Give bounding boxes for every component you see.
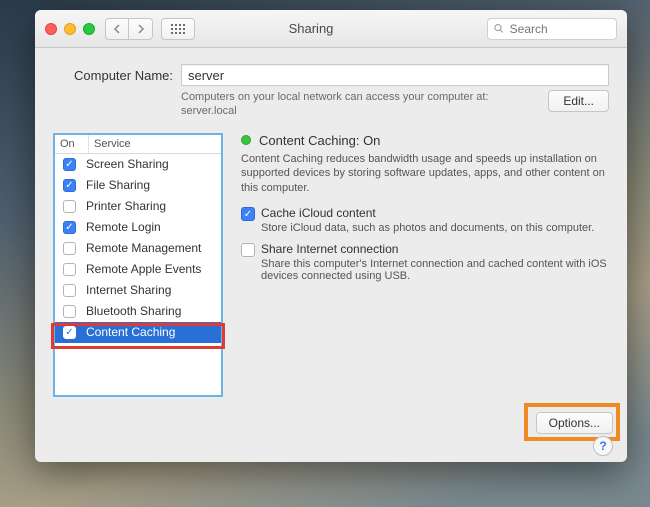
computer-name-input[interactable] <box>181 64 609 86</box>
service-row-file-sharing[interactable]: ✓ File Sharing <box>55 175 221 196</box>
service-label: Content Caching <box>86 325 175 339</box>
services-header: On Service <box>55 135 221 154</box>
cache-icloud-label: Cache iCloud content <box>261 206 376 220</box>
col-service: Service <box>89 135 221 153</box>
minimize-icon[interactable] <box>64 23 76 35</box>
back-button[interactable] <box>105 18 129 40</box>
service-label: Screen Sharing <box>86 157 169 171</box>
service-label: Bluetooth Sharing <box>86 304 181 318</box>
service-label: Remote Apple Events <box>86 262 201 276</box>
search-field[interactable] <box>487 18 617 40</box>
cache-icloud-option[interactable]: ✓ Cache iCloud content Store iCloud data… <box>241 206 609 234</box>
service-row-remote-login[interactable]: ✓ Remote Login <box>55 217 221 238</box>
search-icon <box>494 23 504 34</box>
service-row-remote-apple-events[interactable]: Remote Apple Events <box>55 259 221 280</box>
service-row-printer-sharing[interactable]: Printer Sharing <box>55 196 221 217</box>
services-panel: On Service ✓ Screen Sharing ✓ File Sharing P… <box>53 133 223 452</box>
service-checkbox[interactable]: ✓ <box>63 326 76 339</box>
status-title: Content Caching: On <box>259 133 380 148</box>
service-label: Remote Management <box>86 241 201 255</box>
cache-icloud-sub: Store iCloud data, such as photos and do… <box>261 222 594 234</box>
computer-name-label: Computer Name: <box>53 68 173 83</box>
service-label: Internet Sharing <box>86 283 171 297</box>
share-internet-sub: Share this computer's Internet connectio… <box>261 258 609 282</box>
service-row-bluetooth-sharing[interactable]: Bluetooth Sharing <box>55 301 221 322</box>
share-internet-checkbox[interactable] <box>241 243 255 257</box>
service-row-remote-management[interactable]: Remote Management <box>55 238 221 259</box>
content-area: Computer Name: Computers on your local n… <box>35 48 627 462</box>
service-label: Printer Sharing <box>86 199 166 213</box>
window-title: Sharing <box>135 21 487 36</box>
search-input[interactable] <box>508 21 610 37</box>
service-checkbox[interactable] <box>63 284 76 297</box>
service-row-internet-sharing[interactable]: Internet Sharing <box>55 280 221 301</box>
service-checkbox[interactable] <box>63 242 76 255</box>
cache-icloud-checkbox[interactable]: ✓ <box>241 207 255 221</box>
titlebar: Sharing <box>35 10 627 48</box>
help-button[interactable]: ? <box>593 436 613 456</box>
options-area: Options... <box>536 412 613 434</box>
help-icon: ? <box>599 439 606 453</box>
service-checkbox[interactable] <box>63 305 76 318</box>
options-button[interactable]: Options... <box>536 412 613 434</box>
sharing-preferences-window: Sharing Computer Name: Computers on your… <box>35 10 627 462</box>
share-internet-label: Share Internet connection <box>261 242 398 256</box>
service-row-screen-sharing[interactable]: ✓ Screen Sharing <box>55 154 221 175</box>
service-row-content-caching[interactable]: ✓ Content Caching <box>55 322 221 343</box>
service-checkbox[interactable]: ✓ <box>63 179 76 192</box>
col-on: On <box>55 135 89 153</box>
status-description: Content Caching reduces bandwidth usage … <box>241 152 609 197</box>
service-label: File Sharing <box>86 178 150 192</box>
service-checkbox[interactable] <box>63 200 76 213</box>
computer-name-hint: Computers on your local network can acce… <box>181 90 501 119</box>
close-icon[interactable] <box>45 23 57 35</box>
services-list[interactable]: On Service ✓ Screen Sharing ✓ File Sharing P… <box>53 133 223 397</box>
share-internet-option[interactable]: Share Internet connection Share this com… <box>241 242 609 282</box>
service-label: Remote Login <box>86 220 161 234</box>
window-controls <box>45 23 95 35</box>
service-checkbox[interactable]: ✓ <box>63 158 76 171</box>
status-indicator-icon <box>241 135 251 145</box>
zoom-icon[interactable] <box>83 23 95 35</box>
service-checkbox[interactable] <box>63 263 76 276</box>
edit-hostname-button[interactable]: Edit... <box>548 90 609 112</box>
service-checkbox[interactable]: ✓ <box>63 221 76 234</box>
